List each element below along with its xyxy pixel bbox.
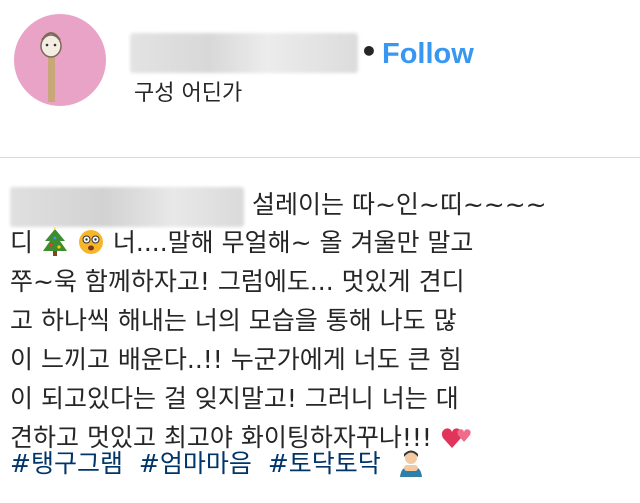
hashtag-link[interactable]: #토닥토닥 xyxy=(268,449,381,478)
hashtag-link[interactable]: #탱구그램 xyxy=(10,449,123,478)
username-redacted xyxy=(130,33,358,73)
avatar[interactable] xyxy=(14,14,106,106)
location-link[interactable]: 구성 어딘가 xyxy=(134,80,242,108)
post-caption: 설레이는 따~인~띠~~~~ 디 너....말해 무얼해~ 올 겨울만 말고 쭈… xyxy=(0,159,640,503)
caption-line: 설레이는 따~인~띠~~~~ xyxy=(252,190,547,219)
follow-button[interactable]: Follow xyxy=(382,36,474,72)
caption-line: 고 하나씩 해내는 너의 모습을 통해 나도 많 xyxy=(10,306,457,335)
caption-line: 이 되고있다는 걸 잊지말고! 그러니 너는 대 xyxy=(10,384,459,413)
avatar-figure-icon xyxy=(40,32,62,102)
caption-line: 쭈~욱 함께하자고! 그럼에도... 멋있게 견디 xyxy=(10,267,465,296)
post-header: • Follow 구성 어딘가 xyxy=(0,0,640,158)
person-icon xyxy=(399,450,422,477)
hashtag-link[interactable]: #엄마마음 xyxy=(139,449,252,478)
caption-username-redacted xyxy=(10,187,244,227)
hashtag-row: #탱구그램 #엄마마음 #토닥토닥 xyxy=(10,446,425,482)
dizzy-face-icon xyxy=(78,230,103,254)
caption-line: 이 느끼고 배운다..!! 누군가에게 너도 큰 힘 xyxy=(10,345,462,374)
christmas-tree-icon xyxy=(42,227,67,256)
two-hearts-icon xyxy=(441,428,471,448)
caption-line: 디 너....말해 무얼해~ 올 겨울만 말고 xyxy=(10,225,473,261)
caption-text: 너....말해 무얼해~ 올 겨울만 말고 xyxy=(112,228,474,257)
caption-text: 디 xyxy=(10,228,34,257)
separator-dot: • xyxy=(360,35,378,68)
